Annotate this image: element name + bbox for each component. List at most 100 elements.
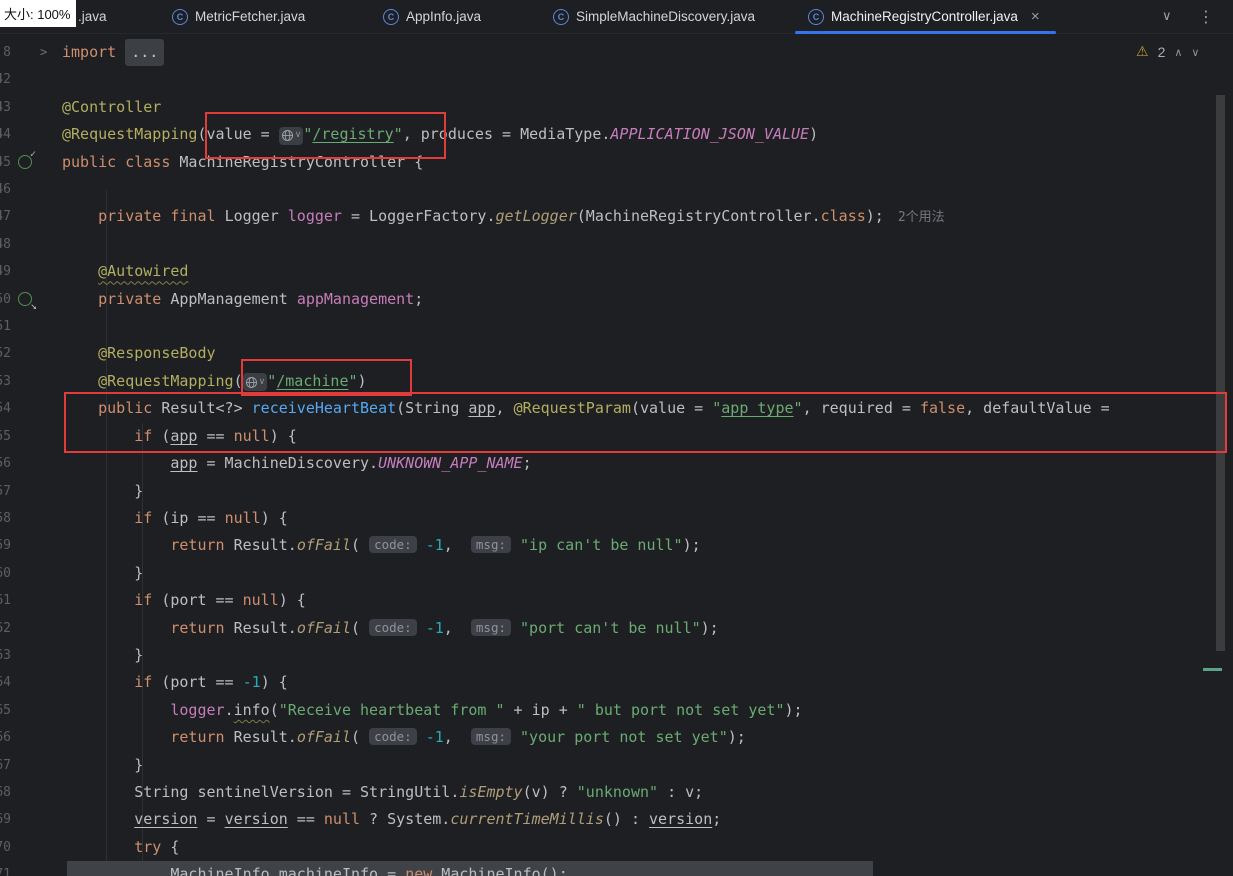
next-problem-button[interactable]: ∨ [1191, 46, 1199, 59]
code-line: 43 @Controller [0, 94, 1233, 121]
line-number: 56 [0, 456, 11, 472]
tab-label: .java [78, 9, 107, 24]
parameter-name-inlay-hint: code: [369, 728, 417, 746]
line-number: 62 [0, 620, 11, 636]
globe-chevron-icon: ∨ [294, 130, 302, 141]
gutter: 71 [0, 861, 62, 876]
code-text: } [62, 645, 144, 664]
gutter: 53 [0, 368, 62, 395]
gutter: 46 [0, 176, 62, 203]
warning-count[interactable]: 2 [1158, 44, 1166, 60]
gutter: 57 [0, 478, 62, 505]
code-line: 71 MachineInfo machineInfo = new Machine… [0, 861, 1233, 876]
code-text: return Result.ofFail( code: -1, msg: "po… [170, 618, 719, 637]
code-text: if (app == null) { [134, 426, 297, 445]
code-text: public class MachineRegistryController { [62, 152, 424, 171]
gutter: 44 [0, 121, 62, 148]
line-number: 42 [0, 72, 11, 88]
code-line: 68 String sentinelVersion = StringUtil.i… [0, 779, 1233, 806]
code-text: try { [134, 837, 180, 856]
line-number: 51 [0, 319, 11, 335]
parameter-name-inlay-hint: code: [369, 618, 417, 636]
tab-list-chevron-icon[interactable]: ∨ [1162, 0, 1172, 33]
bean-navigate-icon[interactable]: ↘ [17, 291, 37, 311]
tab-appinfo-java[interactable]: C AppInfo.java [383, 0, 481, 33]
code-text: version = version == null ? System.curre… [134, 810, 722, 829]
code-line: 69 version = version == null ? System.cu… [0, 806, 1233, 833]
gutter: 63 [0, 642, 62, 669]
gutter: 62 [0, 615, 62, 642]
active-tab-underline [795, 31, 1056, 34]
code-editor[interactable]: 8>import ... 42 43@Controller 44 @RequestMap… [0, 33, 1233, 876]
run-test-passed-icon[interactable]: ✓ [17, 149, 36, 170]
code-line: 65 logger.info("Receive heartbeat from "… [0, 697, 1233, 724]
code-line: 47 private final Logger logger = LoggerF… [0, 203, 1233, 230]
gutter: 65 [0, 697, 62, 724]
code-text: import ... [62, 39, 165, 67]
line-number: 47 [0, 209, 11, 225]
gutter: 64 [0, 669, 62, 696]
fold-arrow-icon[interactable]: > [40, 39, 47, 66]
code-text: } [62, 563, 144, 582]
code-line: 70 try { [0, 834, 1233, 861]
parameter-name-inlay-hint: msg: [470, 536, 511, 554]
line-number: 55 [0, 428, 11, 444]
code-line: 45 ✓ public class MachineRegistryControlle… [0, 149, 1233, 176]
gutter: 59 [0, 532, 62, 559]
gutter: 54 [0, 395, 62, 422]
gutter: 60 [0, 560, 62, 587]
gutter: 51 [0, 313, 62, 340]
line-number: 71 [0, 867, 11, 876]
code-text: } [62, 481, 144, 500]
line-number: 44 [0, 127, 11, 143]
code-line: 50 ↘ private AppManagement appManagement; [0, 286, 1233, 313]
line-number: 69 [0, 812, 11, 828]
tab-simplemachinediscovery-java[interactable]: C SimpleMachineDiscovery.java [553, 0, 755, 33]
tab-bar: .java C MetricFetcher.java C AppInfo.java C Si… [0, 0, 1233, 34]
tab-machineregistrycontroller-java[interactable]: C MachineRegistryController.java × [795, 0, 1056, 34]
gutter: 48 [0, 231, 62, 258]
gutter: 66 [0, 724, 62, 751]
parameter-name-inlay-hint: msg: [470, 618, 511, 636]
url-mapping-globe-icon[interactable]: ∨ [242, 373, 268, 392]
code-line: 49 @Autowired [0, 258, 1233, 285]
scrollbar-thumb[interactable] [1216, 95, 1225, 651]
code-text: private final Logger logger = LoggerFact… [98, 207, 945, 226]
code-line: 53 @RequestMapping(∨"/machine") [0, 368, 1233, 395]
usages-inlay-hint[interactable]: 2个用法 [898, 210, 945, 225]
code-line: 64 if (port == -1) { [0, 669, 1233, 696]
java-class-icon: C [383, 8, 399, 25]
gutter: 56 [0, 450, 62, 477]
gutter: 8 > [0, 39, 62, 66]
gutter: 61 [0, 587, 62, 614]
previous-problem-button[interactable]: ∧ [1174, 46, 1182, 59]
code-text: @ResponseBody [98, 344, 216, 363]
zoom-level-overlay: 大小: 100% [0, 0, 77, 27]
gutter: 58 [0, 505, 62, 532]
code-text: if (port == -1) { [134, 673, 288, 692]
code-line: 46 [0, 176, 1233, 203]
line-number: 57 [0, 483, 11, 499]
error-stripe-mark[interactable] [1203, 668, 1222, 671]
code-line: 8 > import ... [0, 39, 1233, 67]
close-icon[interactable]: × [1031, 8, 1040, 25]
line-number: 58 [0, 510, 11, 526]
tab-java[interactable]: .java [78, 0, 107, 33]
code-text: @RequestMapping(∨ "/machine") [62, 368, 367, 395]
inspection-widget: ⚠ 2 ∧ ∨ [1136, 44, 1199, 60]
code-line: 44 @RequestMapping(value = ∨"/registry", … [0, 121, 1233, 148]
code-line: 52 @ResponseBody [0, 340, 1233, 367]
code-text: @RequestMapping(value = ∨ "/registry", pr… [62, 121, 818, 148]
check-icon: ✓ [29, 148, 36, 160]
line-number: 52 [0, 346, 11, 362]
code-line: 67 } [0, 752, 1233, 779]
code-text: return Result.ofFail( code: -1, msg: "yo… [170, 728, 746, 747]
line-number: 60 [0, 565, 11, 581]
code-line: 61 if (port == null) { [0, 587, 1233, 614]
tab-metricfetcher-java[interactable]: C MetricFetcher.java [172, 0, 305, 33]
java-class-icon: C [553, 8, 569, 25]
folded-imports-chip[interactable]: ... [125, 39, 165, 67]
url-mapping-globe-icon[interactable]: ∨ [278, 126, 304, 145]
tab-options-kebab-icon[interactable]: ⋮ [1198, 0, 1214, 33]
warning-icon: ⚠ [1136, 44, 1149, 60]
